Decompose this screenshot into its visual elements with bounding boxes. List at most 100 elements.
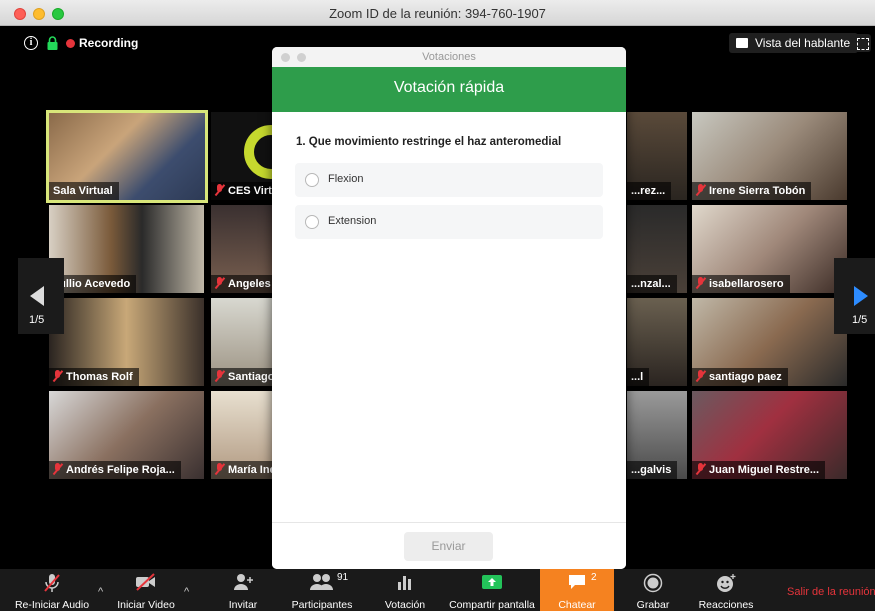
zoom-window: Zoom ID de la reunión: 394-760-1907 i Re… — [0, 0, 875, 611]
video-button[interactable]: Iniciar Video — [113, 569, 179, 611]
participant-name: isabellarosero — [692, 275, 790, 293]
add-user-icon — [234, 574, 253, 590]
poll-option-label: Flexion — [328, 173, 364, 185]
video-tile[interactable]: ...nzal... — [627, 205, 687, 293]
submit-button[interactable]: Enviar — [404, 532, 493, 561]
video-tile[interactable]: María Iné — [211, 391, 272, 479]
video-tile[interactable]: Irene Sierra Tobón — [692, 112, 847, 200]
chat-button[interactable]: 2 Chatear — [540, 569, 614, 611]
leave-meeting-button[interactable]: Salir de la reunión — [787, 586, 875, 598]
participants-label: Participantes — [291, 599, 353, 611]
page-indicator-left: 1/5 — [29, 314, 45, 326]
speaker-view-label: Vista del hablante — [755, 36, 851, 50]
participant-name-text: ...nzal... — [631, 278, 671, 290]
invite-button[interactable]: Invitar — [222, 569, 264, 611]
participant-name-text: Sala Virtual — [53, 185, 113, 197]
participant-name: Andrés Felipe Roja... — [49, 461, 181, 479]
participant-name: ...galvis — [627, 461, 678, 479]
video-tile[interactable]: Sala Virtual — [46, 110, 208, 203]
video-tile[interactable]: ...galvis — [627, 391, 687, 479]
participant-name: Thomas Rolf — [49, 368, 139, 386]
share-screen-icon — [482, 575, 502, 589]
radio-button[interactable] — [305, 173, 319, 187]
participant-name: María Iné — [211, 461, 272, 479]
share-screen-label: Compartir pantalla — [449, 599, 535, 611]
arrow-left-icon — [30, 286, 44, 306]
video-tile[interactable]: isabellarosero — [692, 205, 847, 293]
poll-option[interactable]: Flexion — [295, 163, 603, 197]
muted-mic-icon — [215, 277, 224, 289]
participant-name: ...rez... — [627, 182, 672, 200]
audio-options-chevron-icon[interactable]: ^ — [98, 586, 103, 598]
video-tile[interactable]: Angeles — [211, 205, 272, 293]
participant-name: Angeles — [211, 275, 272, 293]
participant-name-text: Thomas Rolf — [66, 371, 133, 383]
video-off-icon — [136, 573, 155, 591]
poll-option[interactable]: Extension — [295, 205, 603, 239]
participant-name: ...nzal... — [627, 275, 677, 293]
video-tile[interactable]: ...rez... — [627, 112, 687, 200]
radio-button[interactable] — [305, 215, 319, 229]
participant-name-text: Jullio Acevedo — [53, 278, 131, 290]
record-button[interactable]: Grabar — [632, 569, 674, 611]
poll-button[interactable]: Votación — [382, 569, 428, 611]
reactions-label: Reacciones — [698, 599, 754, 611]
participant-name-text: María Iné — [228, 464, 272, 476]
participant-name-text: ...galvis — [631, 464, 672, 476]
poll-label: Votación — [384, 599, 426, 611]
chat-icon — [569, 575, 585, 589]
participant-name-text: santiago paez — [709, 371, 782, 383]
chat-label: Chatear — [558, 599, 596, 611]
video-tile[interactable]: santiago paez — [692, 298, 847, 386]
video-tile[interactable]: Juan Miguel Restre... — [692, 391, 847, 479]
poll-window-title: Votaciones — [422, 51, 476, 63]
muted-mic-icon — [696, 277, 705, 289]
poll-footer: Enviar — [272, 522, 626, 569]
invite-label: Invitar — [228, 599, 258, 611]
muted-mic-icon — [696, 463, 705, 475]
muted-mic-icon — [44, 574, 60, 592]
recording-label: Recording — [79, 36, 139, 50]
participant-name-text: Juan Miguel Restre... — [709, 464, 820, 476]
participants-count: 91 — [337, 572, 349, 583]
muted-mic-icon — [696, 184, 705, 196]
video-label: Iniciar Video — [117, 599, 175, 611]
muted-mic-icon — [696, 370, 705, 382]
poll-dialog: Votaciones Votación rápida 1. Que movimi… — [272, 47, 626, 569]
video-tile[interactable]: Thomas Rolf — [49, 298, 204, 386]
participants-button[interactable]: 91 Participantes — [287, 569, 357, 611]
participant-name-text: Andrés Felipe Roja... — [66, 464, 175, 476]
participant-name-text: ...rez... — [631, 185, 666, 197]
share-screen-button[interactable]: Compartir pantalla — [444, 569, 540, 611]
record-label: Grabar — [636, 599, 670, 611]
poll-option-label: Extension — [328, 215, 377, 227]
muted-mic-icon — [53, 463, 62, 475]
bar-chart-icon — [398, 576, 411, 590]
video-options-chevron-icon[interactable]: ^ — [184, 586, 189, 598]
video-tile[interactable]: ...l — [627, 298, 687, 386]
participant-name-text: Angeles — [228, 278, 271, 290]
muted-mic-icon — [215, 184, 224, 196]
poll-header: Votación rápida — [272, 67, 626, 112]
arrow-right-icon — [854, 286, 868, 306]
muted-mic-icon — [215, 463, 224, 475]
speaker-view-button[interactable]: Vista del hablante — [729, 33, 859, 53]
reactions-button[interactable]: Reacciones — [694, 569, 758, 611]
fullscreen-icon[interactable] — [853, 34, 871, 52]
participant-name: Santiago — [211, 368, 272, 386]
page-indicator-right: 1/5 — [852, 314, 868, 326]
smiley-icon — [717, 574, 736, 592]
record-icon — [643, 573, 663, 593]
video-tile[interactable]: Santiago — [211, 298, 272, 386]
poll-question: 1. Que movimiento restringe el haz anter… — [296, 136, 562, 148]
meeting-toolbar: Re-Iniciar Audio ^ Iniciar Video ^ Invit… — [0, 569, 875, 611]
participants-icon — [310, 574, 333, 590]
participant-name: santiago paez — [692, 368, 788, 386]
audio-button[interactable]: Re-Iniciar Audio — [10, 569, 94, 611]
participant-name: Sala Virtual — [49, 182, 119, 200]
chat-count: 2 — [591, 572, 597, 583]
video-tile[interactable]: Andrés Felipe Roja... — [49, 391, 204, 479]
info-icon[interactable]: i — [24, 36, 38, 50]
video-tile[interactable]: Jullio Acevedo — [49, 205, 204, 293]
lock-icon[interactable] — [47, 36, 58, 50]
